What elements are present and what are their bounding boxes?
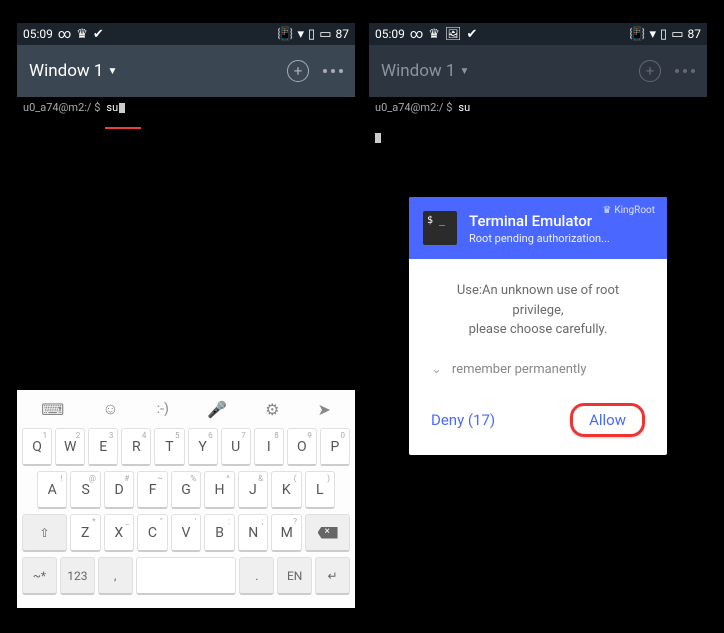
vibrate-icon: 📳 (629, 27, 645, 42)
key-k[interactable]: K( (271, 471, 301, 509)
key-r[interactable]: R4 (121, 428, 151, 466)
keyboard-icon[interactable]: ⌨ (41, 400, 64, 419)
mic-icon[interactable]: 🎤 (207, 400, 227, 419)
key-j[interactable]: J& (238, 471, 268, 509)
popup-body: Use:An unknown use of root privilege, pl… (409, 259, 667, 356)
terminal-cursor (119, 103, 125, 113)
status-time: 05:09 (375, 27, 405, 41)
crown-icon: ♛ (76, 27, 88, 42)
wifi-icon: ▾ (650, 27, 657, 42)
allow-button-highlight: Allow (570, 403, 645, 437)
key-p[interactable]: P0 (320, 428, 350, 466)
terminal-cursor (375, 133, 381, 143)
emoji-icon[interactable]: ☺ (102, 399, 118, 419)
key-v[interactable]: V' (171, 514, 202, 552)
key-w[interactable]: W2 (55, 428, 85, 466)
picture-icon: 🖼 (445, 27, 462, 42)
key-b[interactable]: B: (204, 514, 235, 552)
chevron-down-icon: ▼ (459, 66, 469, 77)
phone-screen-right: 05:09 ∞ ♛ 🖼 ✔ 📳 ▾ ▯ ▭ 87 Window 1 ▼ + u0… (369, 23, 707, 118)
root-auth-popup: ♛ KingRoot $ _ Terminal Emulator Root pe… (409, 197, 667, 455)
infinity-icon: ∞ (58, 27, 71, 42)
key-y[interactable]: Y6 (188, 428, 218, 466)
key-h[interactable]: H^ (204, 471, 234, 509)
key-l[interactable]: L) (305, 471, 335, 509)
terminal-output[interactable]: u0_a74@m2:/ $ su (369, 97, 707, 118)
arrow-icon[interactable]: ➤ (318, 400, 331, 419)
key-,[interactable]: , (98, 557, 133, 595)
chevron-down-icon: ⌄ (431, 362, 442, 377)
vibrate-icon: 📳 (277, 27, 293, 42)
status-bar: 05:09 ∞ ♛ ✔ 📳 ▾ ▯ ▭ 87 (17, 23, 355, 45)
popup-title: Terminal Emulator (469, 212, 610, 230)
enter-key[interactable]: ↵ (315, 557, 350, 595)
window-dropdown[interactable]: Window 1 ▼ (29, 61, 117, 81)
wifi-icon: ▾ (298, 27, 305, 42)
key-f[interactable]: F~ (137, 471, 167, 509)
key-o[interactable]: O9 (287, 428, 317, 466)
allow-button[interactable]: Allow (589, 411, 626, 429)
battery-percent: 87 (336, 27, 350, 41)
deny-button[interactable]: Deny (17) (431, 411, 495, 429)
shift-key[interactable]: ⇧ (22, 514, 67, 552)
infinity-icon: ∞ (410, 27, 423, 42)
add-window-button[interactable]: + (287, 60, 309, 82)
highlight-underline (105, 127, 141, 129)
signal-icon: ▯ (660, 27, 667, 42)
battery-icon: ▭ (319, 27, 331, 42)
crown-icon: ♛ (602, 205, 611, 216)
terminal-command: su (458, 101, 470, 114)
key-d[interactable]: D# (104, 471, 134, 509)
key-z[interactable]: Z* (70, 514, 101, 552)
battery-percent: 87 (688, 27, 702, 41)
key-e[interactable]: E3 (88, 428, 118, 466)
key-g[interactable]: G% (171, 471, 201, 509)
check-icon: ✔ (466, 27, 477, 42)
kingroot-brand: ♛ KingRoot (602, 205, 655, 216)
key-123[interactable]: 123 (60, 557, 95, 595)
terminal-prompt: u0_a74@m2:/ $ (23, 101, 100, 114)
key-x[interactable]: X_ (104, 514, 135, 552)
backspace-key[interactable] (305, 514, 350, 552)
smiley-key[interactable]: :-) (157, 401, 169, 417)
key-t[interactable]: T5 (154, 428, 184, 466)
key-en[interactable]: EN (277, 557, 312, 595)
overflow-menu-button[interactable] (675, 69, 695, 73)
window-dropdown[interactable]: Window 1 ▼ (381, 61, 469, 81)
remember-toggle[interactable]: ⌄ remember permanently (409, 356, 667, 391)
chevron-down-icon: ▼ (107, 66, 117, 77)
signal-icon: ▯ (308, 27, 315, 42)
terminal-output[interactable]: u0_a74@m2:/ $ su (17, 97, 355, 118)
terminal-app-icon: $ _ (423, 211, 457, 245)
terminal-prompt: u0_a74@m2:/ $ (375, 101, 452, 114)
gear-icon[interactable]: ⚙ (265, 400, 279, 419)
key-~*[interactable]: ~* (22, 557, 57, 595)
key-i[interactable]: I8 (254, 428, 284, 466)
title-bar: Window 1 ▼ + (17, 45, 355, 97)
status-bar: 05:09 ∞ ♛ 🖼 ✔ 📳 ▾ ▯ ▭ 87 (369, 23, 707, 45)
battery-icon: ▭ (671, 27, 683, 42)
title-bar: Window 1 ▼ + (369, 45, 707, 97)
key-q[interactable]: Q1 (22, 428, 52, 466)
key-m[interactable]: M? (271, 514, 302, 552)
key-u[interactable]: U7 (221, 428, 251, 466)
key-a[interactable]: A! (37, 471, 67, 509)
status-time: 05:09 (23, 27, 53, 41)
add-window-button[interactable]: + (639, 60, 661, 82)
soft-keyboard: ⌨ ☺ :-) 🎤 ⚙ ➤ Q1W2E3R4T5Y6U7I8O9P0 A!S@D#… (17, 390, 355, 608)
check-icon: ✔ (93, 27, 104, 42)
keyboard-toolbar: ⌨ ☺ :-) 🎤 ⚙ ➤ (22, 396, 350, 422)
key-c[interactable]: C" (137, 514, 168, 552)
popup-subtitle: Root pending authorization... (469, 232, 610, 245)
space-key[interactable] (136, 557, 237, 595)
key-s[interactable]: S@ (70, 471, 100, 509)
overflow-menu-button[interactable] (323, 69, 343, 73)
popup-actions: Deny (17) Allow (409, 391, 667, 455)
terminal-command: su (106, 101, 118, 114)
crown-icon: ♛ (428, 27, 440, 42)
phone-screen-left: 05:09 ∞ ♛ ✔ 📳 ▾ ▯ ▭ 87 Window 1 ▼ + u0_a… (17, 23, 355, 118)
key-n[interactable]: N; (238, 514, 269, 552)
key-.[interactable]: . (239, 557, 274, 595)
